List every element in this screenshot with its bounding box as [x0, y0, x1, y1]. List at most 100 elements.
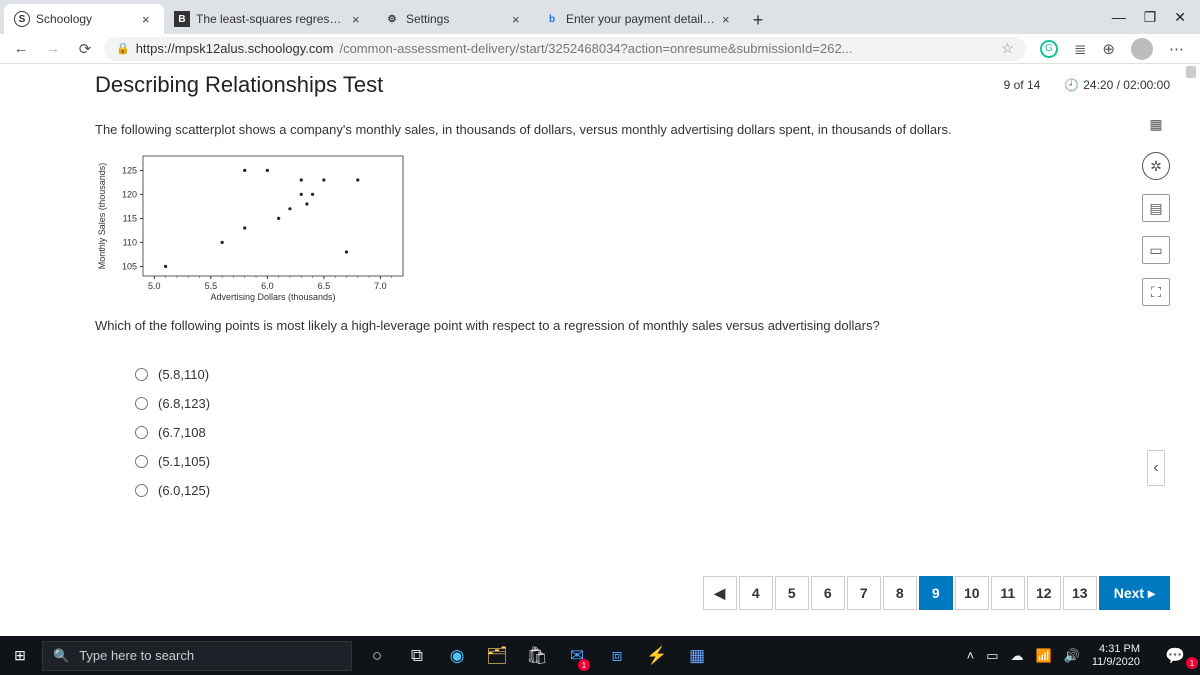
battery-icon[interactable]: ▭ [986, 648, 998, 664]
radio-icon [135, 484, 148, 497]
tab-label: Enter your payment details | bar [566, 12, 716, 26]
cortana-icon[interactable]: ○ [358, 636, 396, 675]
date: 11/9/2020 [1092, 656, 1140, 669]
timer: 🕘 24:20 / 02:00:00 [1064, 78, 1170, 92]
question-intro: The following scatterplot shows a compan… [95, 120, 1080, 140]
close-icon[interactable]: × [722, 12, 734, 27]
b-favicon: b [544, 11, 560, 27]
calculator-icon[interactable]: ▤ [1142, 194, 1170, 222]
taskbar-clock[interactable]: 4:31 PM 11/9/2020 [1092, 643, 1144, 669]
radio-icon [135, 397, 148, 410]
option-label: (6.0,125) [158, 483, 210, 498]
answer-option[interactable]: (5.8,110) [135, 367, 1080, 382]
answer-option[interactable]: (6.7,108 [135, 425, 1080, 440]
clock-icon: 🕘 [1064, 78, 1079, 92]
radio-icon [135, 455, 148, 468]
minimize-button[interactable]: — [1112, 9, 1126, 25]
forward-button[interactable]: → [40, 36, 66, 62]
option-label: (5.1,105) [158, 454, 210, 469]
pager-page-9[interactable]: 9 [919, 576, 953, 610]
pager-page-13[interactable]: 13 [1063, 576, 1097, 610]
dropbox-icon[interactable]: ⧈ [598, 636, 636, 675]
edge-icon[interactable]: ◉ [438, 636, 476, 675]
pager-page-12[interactable]: 12 [1027, 576, 1061, 610]
pager-page-6[interactable]: 6 [811, 576, 845, 610]
fullscreen-icon[interactable]: ⛶ [1142, 278, 1170, 306]
badge: 1 [578, 659, 590, 671]
close-icon[interactable]: × [512, 12, 524, 27]
reading-list-icon[interactable]: ≣ [1074, 40, 1087, 58]
collapse-toolbar-button[interactable]: ‹ [1147, 450, 1165, 486]
reload-button[interactable]: ⟳ [72, 36, 98, 62]
pager-page-11[interactable]: 11 [991, 576, 1025, 610]
collections-icon[interactable]: ⊕ [1102, 40, 1115, 58]
svg-text:125: 125 [122, 165, 137, 175]
tab-label: Schoology [36, 12, 136, 26]
tab-label: Settings [406, 12, 506, 26]
time: 4:31 PM [1092, 643, 1140, 656]
url-domain: https://mpsk12alus.schoology.com [136, 41, 334, 56]
svg-text:5.5: 5.5 [205, 281, 218, 291]
back-button[interactable]: ← [8, 36, 34, 62]
close-icon[interactable]: × [142, 12, 154, 27]
menu-icon[interactable]: ⋯ [1169, 40, 1184, 58]
svg-text:105: 105 [122, 261, 137, 271]
new-tab-button[interactable]: + [744, 6, 772, 34]
pager-page-7[interactable]: 7 [847, 576, 881, 610]
pager-next[interactable]: Next ▸ [1099, 576, 1170, 610]
question-followup: Which of the following points is most li… [95, 316, 1080, 336]
answer-options: (5.8,110) (6.8,123) (6.7,108 (5.1,105) (6.0,… [135, 367, 1080, 498]
pager-prev[interactable]: ◀ [703, 576, 737, 610]
mail-icon[interactable]: ✉1 [558, 636, 596, 675]
b-favicon: B [174, 11, 190, 27]
scrollbar-thumb[interactable] [1186, 66, 1196, 78]
ms-store-icon[interactable]: 🛍 [518, 636, 556, 675]
start-button[interactable]: ⊞ [0, 636, 40, 675]
close-window-button[interactable]: ✕ [1174, 9, 1186, 26]
profile-avatar[interactable] [1131, 38, 1153, 60]
tab-regression[interactable]: B The least-squares regression mo × [164, 4, 374, 34]
volume-icon[interactable]: 🔊 [1064, 648, 1080, 664]
bookmark-star-icon[interactable]: ☆ [1001, 40, 1014, 57]
maximize-button[interactable]: ❐ [1144, 9, 1157, 26]
answer-option[interactable]: (5.1,105) [135, 454, 1080, 469]
winamp-icon[interactable]: ⚡ [638, 636, 676, 675]
svg-text:120: 120 [122, 189, 137, 199]
test-header: Describing Relationships Test 9 of 14 🕘2… [0, 64, 1200, 110]
tab-settings[interactable]: ⚙ Settings × [374, 4, 534, 34]
calculator-app-icon[interactable]: ▦ [678, 636, 716, 675]
gear-icon: ⚙ [384, 11, 400, 27]
grammarly-icon[interactable]: G [1040, 40, 1058, 58]
taskbar-search[interactable]: 🔍 Type here to search [42, 641, 352, 671]
chevron-up-icon[interactable]: ˄ [967, 648, 975, 663]
wifi-icon[interactable]: 📶 [1036, 648, 1052, 664]
accessibility-icon[interactable]: ✲ [1142, 152, 1170, 180]
tab-label: The least-squares regression mo [196, 12, 346, 26]
timer-value: 24:20 / 02:00:00 [1083, 78, 1170, 92]
option-label: (6.8,123) [158, 396, 210, 411]
answer-option[interactable]: (6.8,123) [135, 396, 1080, 411]
task-view-icon[interactable]: ⧉ [398, 636, 436, 675]
pager-page-8[interactable]: 8 [883, 576, 917, 610]
search-icon: 🔍 [53, 648, 69, 664]
url-input[interactable]: 🔒 https://mpsk12alus.schoology.com/commo… [104, 37, 1026, 61]
svg-text:7.0: 7.0 [374, 281, 387, 291]
tab-schoology[interactable]: S Schoology × [4, 4, 164, 34]
question-pager: ◀45678910111213Next ▸ [703, 576, 1170, 610]
extension-icons: G ≣ ⊕ ⋯ [1032, 38, 1192, 60]
pager-page-5[interactable]: 5 [775, 576, 809, 610]
file-explorer-icon[interactable]: 🗂 [478, 636, 516, 675]
onedrive-icon[interactable]: ☁ [1011, 648, 1024, 664]
radio-icon [135, 368, 148, 381]
calendar-icon[interactable]: ▦ [1142, 110, 1170, 138]
notifications-icon[interactable]: 💬1 [1156, 636, 1194, 675]
pager-page-4[interactable]: 4 [739, 576, 773, 610]
tab-payment[interactable]: b Enter your payment details | bar × [534, 4, 744, 34]
answer-option[interactable]: (6.0,125) [135, 483, 1080, 498]
schoology-favicon: S [14, 11, 30, 27]
pager-page-10[interactable]: 10 [955, 576, 989, 610]
close-icon[interactable]: × [352, 12, 364, 27]
notepad-icon[interactable]: ▭ [1142, 236, 1170, 264]
y-axis-label: Monthly Sales (thousands) [97, 162, 107, 269]
badge: 1 [1186, 657, 1198, 669]
